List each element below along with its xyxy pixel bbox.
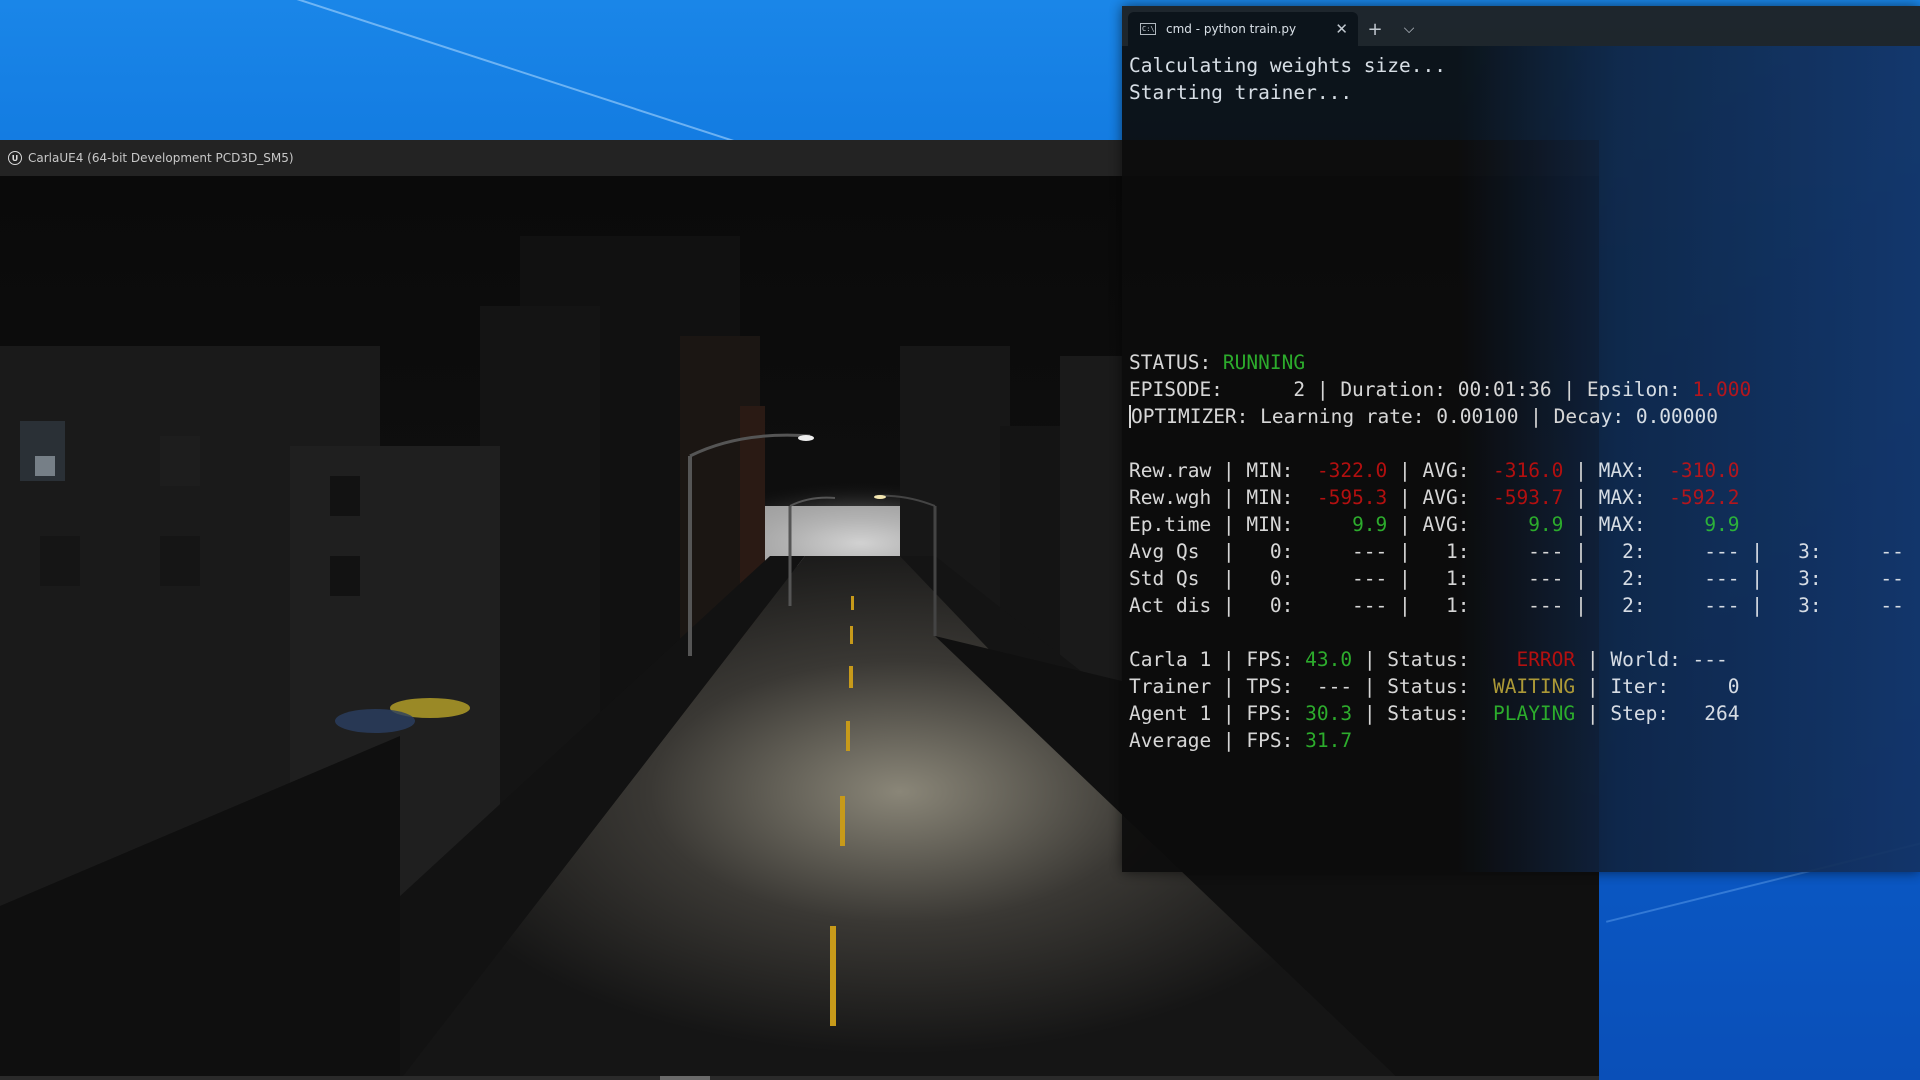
act-dis-line: Act dis | 0: --- | 1: --- | 2: --- | 3: … bbox=[1129, 594, 1904, 617]
cmd-icon: C:\ bbox=[1140, 23, 1156, 35]
ep-time-line: Ep.time | MIN: 9.9 | AVG: 9.9 | MAX: 9.9 bbox=[1129, 513, 1740, 536]
carla-bottom-bar bbox=[0, 1076, 1599, 1080]
terminal-output[interactable]: Calculating weights size... Starting trai… bbox=[1129, 52, 1920, 872]
rew-raw-line: Rew.raw | MIN: -322.0 | AVG: -316.0 | MA… bbox=[1129, 459, 1740, 482]
text-cursor: O bbox=[1129, 405, 1143, 428]
agent-status-line: Agent 1 | FPS: 30.3 | Status: PLAYING | … bbox=[1129, 702, 1740, 725]
episode-line: EPISODE: 2 | Duration: 00:01:36 | Epsilo… bbox=[1129, 378, 1752, 401]
avg-qs-line: Avg Qs | 0: --- | 1: --- | 2: --- | 3: -… bbox=[1129, 540, 1904, 563]
epsilon-value: 1.000 bbox=[1692, 378, 1752, 401]
terminal-line: Starting trainer... bbox=[1129, 81, 1353, 104]
status-line: STATUS: RUNNING bbox=[1129, 351, 1306, 374]
terminal-tab-title: cmd - python train.py bbox=[1166, 22, 1297, 36]
close-tab-icon[interactable]: ✕ bbox=[1335, 20, 1348, 38]
terminal-tabbar: C:\ cmd - python train.py ✕ + ⌵ bbox=[1122, 6, 1920, 46]
average-fps-line: Average | FPS: 31.7 bbox=[1129, 729, 1353, 752]
tab-dropdown-icon[interactable]: ⌵ bbox=[1392, 12, 1426, 46]
scrollbar-thumb[interactable] bbox=[660, 1076, 710, 1080]
carla-window-title: CarlaUE4 (64-bit Development PCD3D_SM5) bbox=[28, 151, 294, 165]
rew-wgh-line: Rew.wgh | MIN: -595.3 | AVG: -593.7 | MA… bbox=[1129, 486, 1740, 509]
carla-status-line: Carla 1 | FPS: 43.0 | Status: ERROR | Wo… bbox=[1129, 648, 1728, 671]
optimizer-line: OPTIMIZER: Learning rate: 0.00100 | Deca… bbox=[1129, 405, 1719, 428]
unreal-engine-icon: U bbox=[8, 151, 22, 165]
trainer-status-line: Trainer | TPS: --- | Status: WAITING | I… bbox=[1129, 675, 1740, 698]
terminal-window[interactable]: C:\ cmd - python train.py ✕ + ⌵ Calculat… bbox=[1122, 6, 1920, 872]
new-tab-button[interactable]: + bbox=[1358, 12, 1392, 46]
status-value: RUNNING bbox=[1222, 351, 1306, 374]
terminal-line: Calculating weights size... bbox=[1129, 54, 1446, 77]
terminal-tab[interactable]: C:\ cmd - python train.py ✕ bbox=[1128, 12, 1358, 46]
std-qs-line: Std Qs | 0: --- | 1: --- | 2: --- | 3: -… bbox=[1129, 567, 1904, 590]
